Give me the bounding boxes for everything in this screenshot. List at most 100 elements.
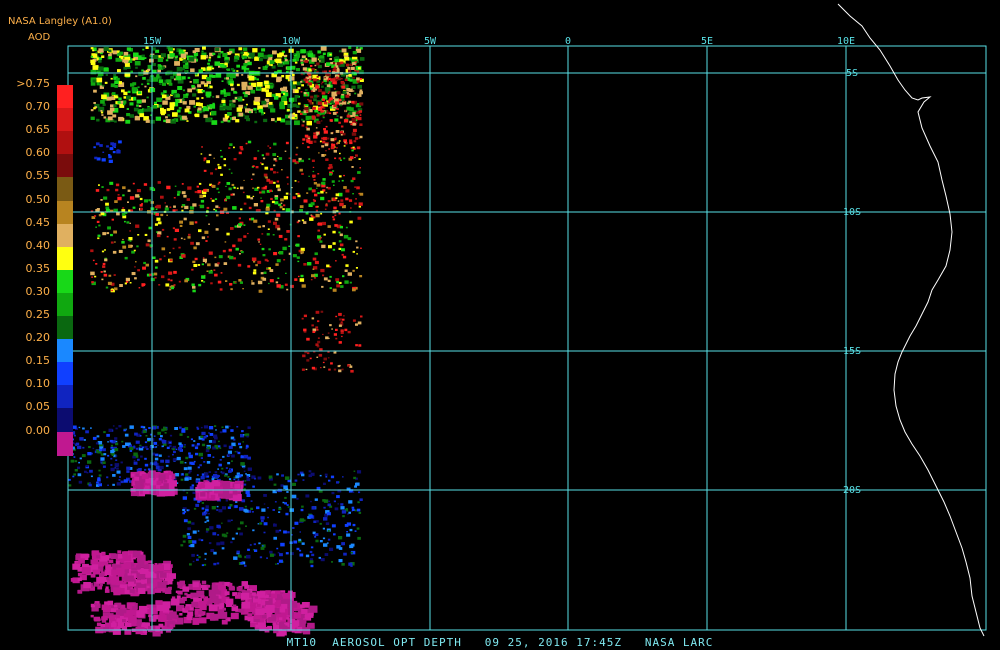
aod-pixel [97,478,101,482]
aod-pixel [253,260,256,263]
aod-pixel [167,47,173,52]
aod-pixel [196,558,199,561]
aod-pixel [195,242,200,246]
aod-pixel [103,273,108,277]
aod-pixel [201,90,205,93]
aod-pixel [336,495,340,499]
aod-pixel [257,280,263,285]
aod-pixel [347,330,351,334]
aod-pixel [166,214,168,216]
aod-pixel [243,470,246,472]
aod-pixel [291,494,297,499]
aod-pixel [337,503,339,505]
aod-pixel [84,553,90,558]
aod-pixel [276,180,280,183]
aod-pixel [193,246,197,250]
aod-pixel [209,104,216,109]
aod-pixel [236,426,239,428]
aod-pixel [111,218,114,221]
aod-pixel [222,455,225,458]
aod-pixel [276,78,281,83]
aod-pixel [96,576,105,584]
aod-pixel [94,156,98,160]
aod-pixel [274,120,277,123]
aod-pixel [282,246,287,251]
aod-pixel [305,554,310,558]
aod-pixel [349,544,354,549]
aod-pixel [257,260,262,264]
aod-pixel [190,241,194,245]
aod-pixel [172,458,177,461]
aod-pixel [132,206,136,209]
aod-pixel [86,471,89,474]
aod-pixel [321,182,324,185]
aod-pixel [333,500,336,503]
aod-pixel [309,119,312,121]
aod-pixel [194,446,199,450]
aod-pixel [323,482,326,485]
aod-pixel [320,46,327,51]
aod-pixel [281,603,288,609]
aod-pixel [241,430,244,433]
aod-pixel [236,550,240,554]
aod-pixel [111,289,113,292]
aod-pixel [308,175,310,177]
aod-pixel [166,235,169,238]
aod-pixel [316,328,319,331]
aod-pixel [118,97,122,101]
aod-pixel [296,50,300,54]
aod-pixel [348,562,353,566]
aod-pixel [221,99,226,104]
aod-pixel [208,56,212,59]
aod-pixel [199,204,205,209]
aod-pixel [317,192,320,195]
aod-pixel [221,522,223,524]
aod-pixel [323,277,328,281]
aod-pixel [230,172,233,174]
aod-pixel [249,111,252,113]
aod-pixel [227,519,231,523]
aod-pixel [217,262,220,265]
aod-pixel [92,49,95,52]
aod-pixel [336,62,341,66]
aod-pixel [198,556,201,559]
aod-pixel [287,531,290,534]
aod-pixel [198,229,202,233]
aod-pixel [327,200,331,203]
aod-pixel [252,165,255,167]
aod-pixel [193,79,199,84]
aod-pixel [230,288,233,291]
aod-pixel [340,95,345,99]
aod-pixel [122,619,126,623]
aod-pixel [312,166,315,168]
aod-pixel [188,57,195,62]
aod-pixel [254,96,261,102]
aod-pixel [261,163,264,166]
aod-pixel [123,59,129,64]
aod-pixel [141,578,147,584]
aod-pixel [285,552,289,555]
aod-pixel [139,446,142,449]
aod-pixel [228,470,232,473]
legend-swatch [57,85,73,109]
aod-pixel [302,354,306,358]
aod-pixel [275,58,282,64]
aod-pixel [108,155,112,159]
aod-pixel [90,82,96,86]
aod-pixel [298,110,301,113]
legend-label: 0.10 [25,377,51,391]
aod-pixel [359,135,363,139]
aod-pixel [332,111,337,115]
aod-pixel [234,97,238,99]
aod-pixel [176,66,183,72]
aod-pixel [161,228,165,231]
aod-pixel [314,260,319,265]
aod-pixel [247,548,250,551]
aod-pixel [88,446,91,449]
aod-pixel [91,276,94,278]
aod-pixel [171,106,174,109]
aod-pixel [228,168,231,171]
aod-pixel [183,238,186,240]
aod-pixel [352,146,355,149]
aod-pixel [283,195,288,200]
